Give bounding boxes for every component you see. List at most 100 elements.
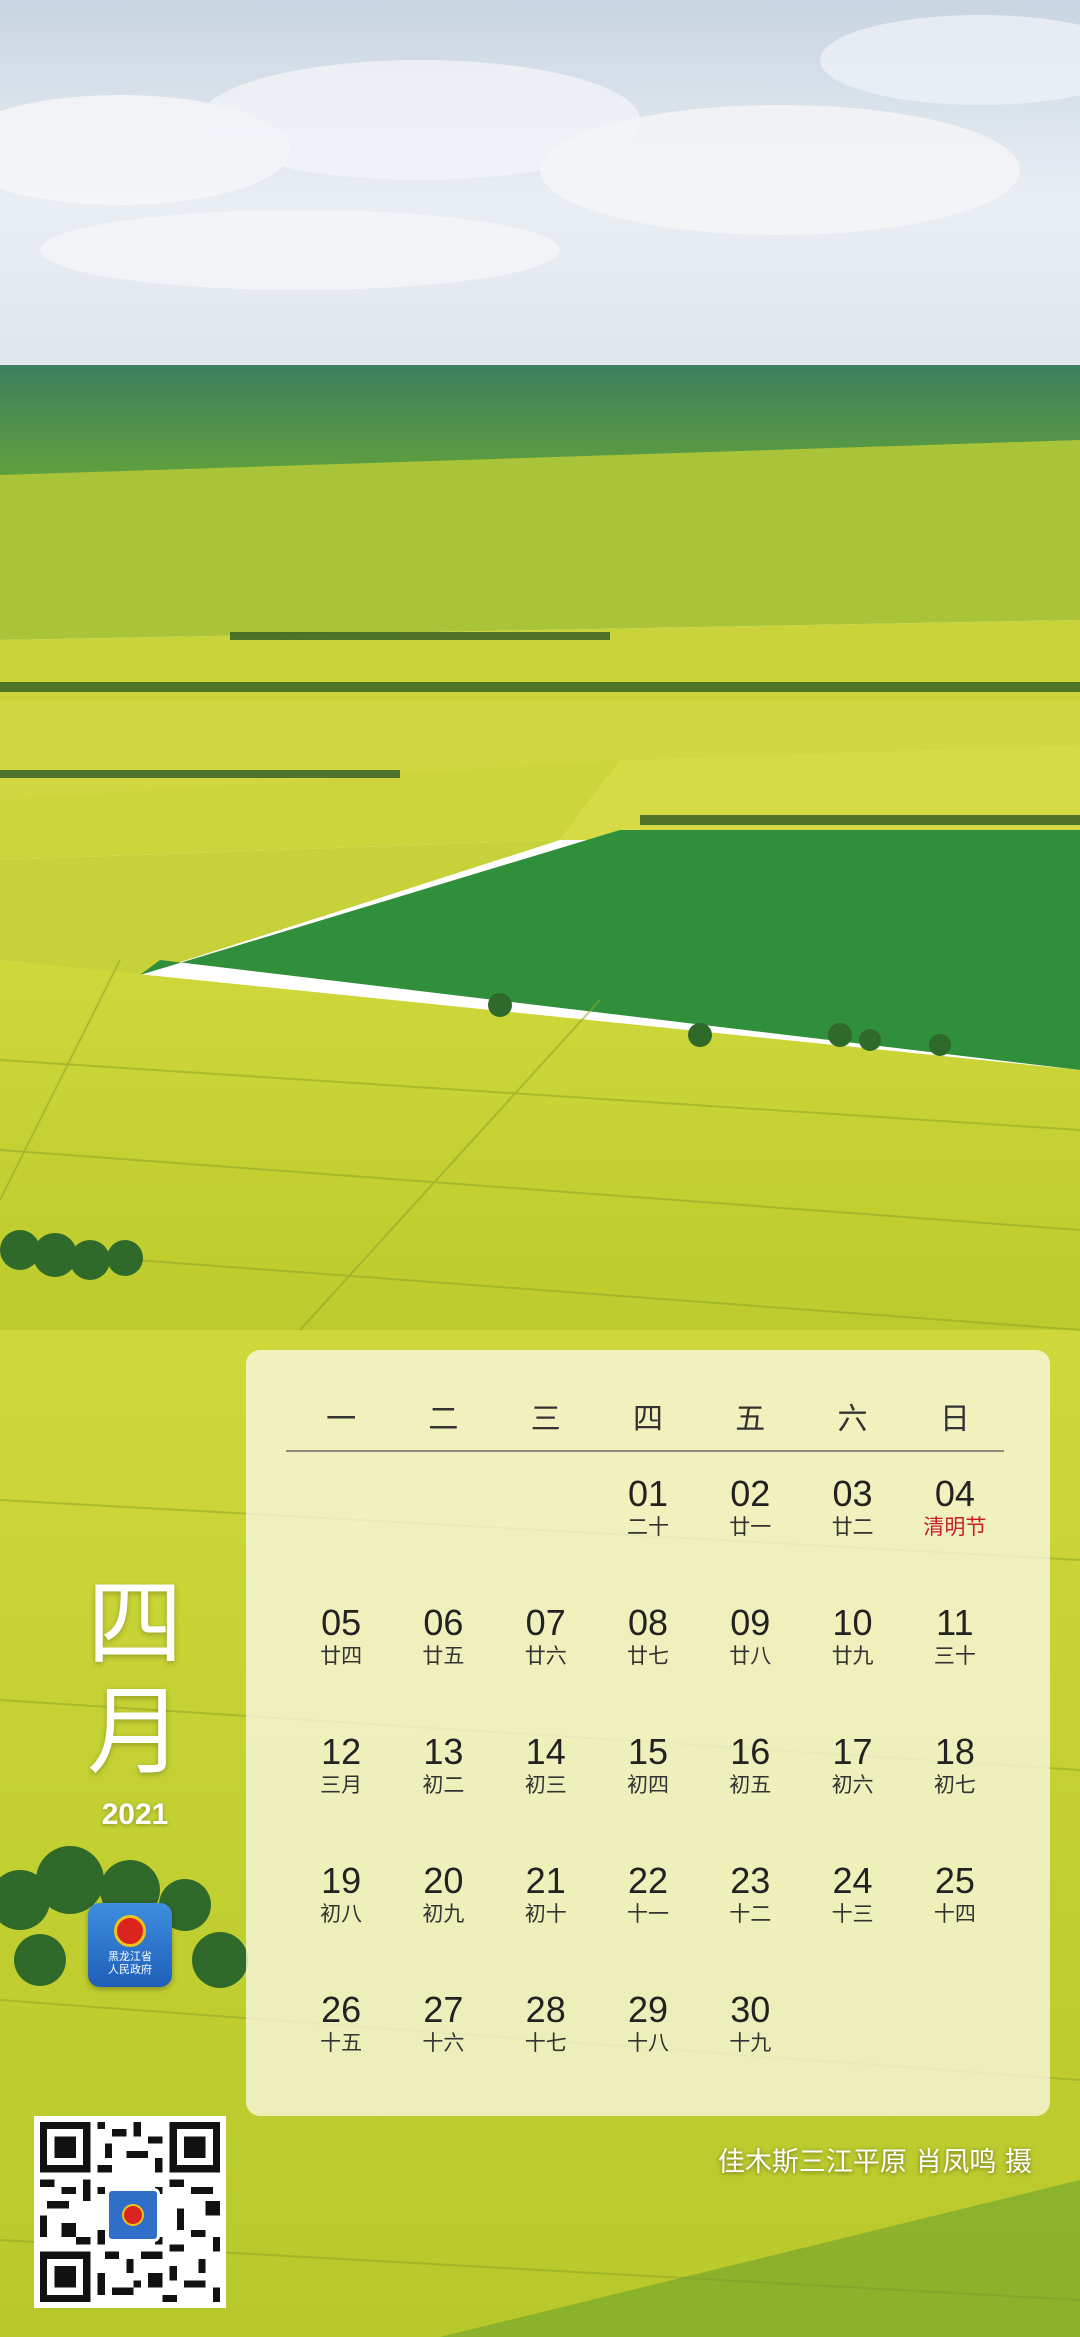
- day-number: 01: [627, 1473, 669, 1514]
- holiday-label: 清明节: [923, 1515, 987, 1539]
- day-number: 28: [525, 1989, 566, 2030]
- day-cell: 07 廿六: [495, 1603, 597, 1732]
- day-number: 14: [525, 1731, 566, 1772]
- lunar-date: 初二: [422, 1773, 465, 1797]
- day-number: 26: [321, 1989, 362, 2030]
- day-cell: 30 十九: [699, 1990, 801, 2119]
- day-cell: 14 初三: [495, 1732, 597, 1861]
- photo-credit: 佳木斯三江平原 肖凤鸣 摄: [717, 2147, 1032, 2178]
- month-char-1: 四: [87, 1568, 183, 1680]
- day-number: 24: [832, 1860, 873, 1901]
- lunar-date: 三十: [933, 1644, 976, 1668]
- day-cell: 03 廿二: [801, 1474, 903, 1603]
- day-number: 02: [730, 1473, 771, 1514]
- day-number: 08: [627, 1602, 669, 1643]
- empty-day-cell: [392, 1474, 494, 1603]
- month-char-2: 月: [87, 1676, 183, 1788]
- weekday-header: 一 二 三 四 五 六 日: [290, 1394, 1006, 1438]
- lunar-date: 廿八: [729, 1644, 772, 1668]
- weekday-sat: 六: [837, 1402, 868, 1437]
- lunar-date: 初八: [320, 1902, 363, 1926]
- day-cell: 02 廿一: [699, 1474, 801, 1603]
- lunar-date: 十九: [729, 2031, 772, 2055]
- day-number: 06: [423, 1602, 464, 1643]
- empty-day-cell: [495, 1474, 597, 1603]
- lunar-date: 初十: [524, 1902, 567, 1926]
- day-number: 12: [321, 1731, 362, 1772]
- day-number: 09: [730, 1602, 771, 1643]
- day-number: 05: [321, 1602, 362, 1643]
- weekday-wed: 三: [530, 1402, 561, 1437]
- national-emblem-small-icon: [122, 2204, 144, 2226]
- day-cell: 13 初二: [392, 1732, 494, 1861]
- lunar-date: 初四: [626, 1773, 669, 1797]
- day-cell: 24 十三: [801, 1861, 903, 1990]
- lunar-date: 三月: [320, 1773, 363, 1797]
- gov-logo-line2: 人民政府: [108, 1962, 152, 1976]
- day-number: 30: [730, 1989, 771, 2030]
- gov-logo: 黑龙江省 人民政府: [88, 1903, 172, 1987]
- day-cell: 08 廿七: [597, 1603, 699, 1732]
- gov-logo-line1: 黑龙江省: [108, 1949, 152, 1963]
- day-cell: 17 初六: [801, 1732, 903, 1861]
- lunar-date: 初九: [422, 1902, 465, 1926]
- lunar-date: 廿六: [524, 1644, 567, 1668]
- day-cell: 06 廿五: [392, 1603, 494, 1732]
- day-number: 19: [321, 1860, 362, 1901]
- weekday-fri: 五: [735, 1402, 766, 1437]
- qr-logo-icon: [106, 2188, 160, 2242]
- lunar-date: 初七: [933, 1773, 976, 1797]
- day-cell: 28 十七: [495, 1990, 597, 2119]
- day-cell: 04 清明节: [904, 1474, 1006, 1603]
- day-cell: 05 廿四: [290, 1603, 392, 1732]
- lunar-date: 十三: [831, 1902, 874, 1926]
- day-cell: 09 廿八: [699, 1603, 801, 1732]
- day-number: 22: [627, 1860, 669, 1901]
- lunar-date: 十五: [320, 2031, 363, 2055]
- month-title: 四 月 2021: [0, 1570, 270, 1832]
- day-cell: 26 十五: [290, 1990, 392, 2119]
- day-number: 25: [934, 1860, 975, 1901]
- lunar-date: 十七: [524, 2031, 567, 2055]
- weekday-sun: 日: [939, 1402, 970, 1437]
- weekday-thu: 四: [632, 1402, 663, 1437]
- empty-day-cell: [290, 1474, 392, 1603]
- day-cell: 21 初十: [495, 1861, 597, 1990]
- day-cell: 20 初九: [392, 1861, 494, 1990]
- day-number: 04: [934, 1473, 975, 1514]
- lunar-date: 廿四: [320, 1644, 363, 1668]
- day-number: 10: [832, 1602, 873, 1643]
- weekday-mon: 一: [326, 1402, 357, 1437]
- day-cell: 10 廿九: [801, 1603, 903, 1732]
- national-emblem-icon: [114, 1914, 146, 1947]
- day-number: 21: [525, 1860, 566, 1901]
- day-cell: 18 初七: [904, 1732, 1006, 1861]
- day-number: 11: [936, 1602, 974, 1643]
- day-number: 29: [627, 1989, 669, 2030]
- day-cell: 11 三十: [904, 1603, 1006, 1732]
- lunar-date: 廿七: [626, 1644, 669, 1668]
- day-number: 07: [525, 1602, 566, 1643]
- day-number: 18: [934, 1731, 975, 1772]
- lunar-date: 十六: [422, 2031, 465, 2055]
- day-number: 20: [423, 1860, 464, 1901]
- day-number: 23: [730, 1860, 771, 1901]
- year-label: 2021: [101, 1798, 169, 1831]
- qr-code: [34, 2116, 226, 2308]
- day-cell: 25 十四: [904, 1861, 1006, 1990]
- lunar-date: 廿九: [831, 1644, 874, 1668]
- lunar-date: 初三: [524, 1773, 567, 1797]
- day-cell: 12 三月: [290, 1732, 392, 1861]
- day-cell: 27 十六: [392, 1990, 494, 2119]
- day-cell: 19 初八: [290, 1861, 392, 1990]
- day-cell: 29 十八: [597, 1990, 699, 2119]
- gov-logo-text: 黑龙江省 人民政府: [108, 1950, 152, 1976]
- weekday-tue: 二: [428, 1402, 459, 1437]
- day-cell: 01 二十: [597, 1474, 699, 1603]
- header-divider: [286, 1450, 1004, 1452]
- day-number: 17: [832, 1731, 873, 1772]
- lunar-date: 初五: [729, 1773, 772, 1797]
- day-cell: 16 初五: [699, 1732, 801, 1861]
- lunar-date: 十二: [729, 1902, 772, 1926]
- day-number: 27: [423, 1989, 464, 2030]
